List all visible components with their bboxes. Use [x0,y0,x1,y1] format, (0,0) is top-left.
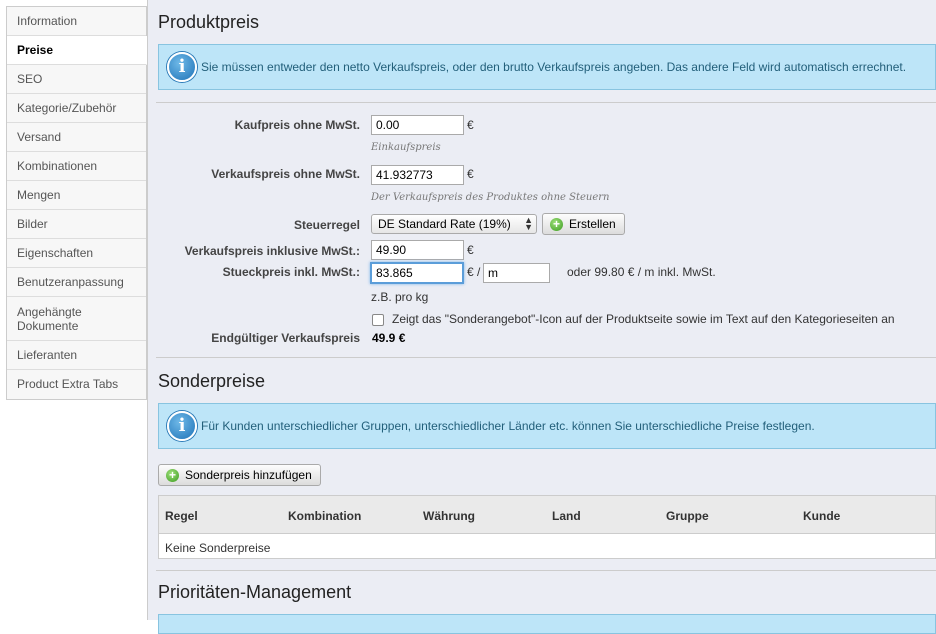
info-icon: i [167,52,197,82]
info-icon: i [167,411,197,441]
main-panel: Produktpreis i Sie müssen entweder den n… [147,0,936,634]
stueck-info: oder 99.80 € / m inkl. MwSt. [567,265,716,279]
sidebar-item-preise[interactable]: Preise [7,36,147,65]
verkaufspreis-input[interactable]: 41.932773 [371,165,464,185]
stueck-label: Stueckpreis inkl. MwSt.: [222,265,360,279]
kaufpreis-label: Kaufpreis ohne MwSt. [234,118,360,132]
info-box-produktpreis: i Sie müssen entweder den netto Verkaufs… [158,44,936,90]
select-arrows-icon: ▲ ▼ [524,215,533,232]
sidebar-item-seo[interactable]: SEO [7,65,146,94]
info-text: Für Kunden unterschiedlicher Gruppen, un… [201,419,815,433]
column-header: Land [552,509,581,523]
sidebar-item-bilder[interactable]: Bilder [7,210,146,239]
verkaufspreis-label: Verkaufspreis ohne MwSt. [211,167,360,181]
add-icon: + [166,469,179,482]
section-title-produktpreis: Produktpreis [158,12,260,32]
sidebar-item-kategorie-zubehoer[interactable]: Kategorie/Zubehör [7,94,146,123]
final-price-label: Endgültiger Verkaufspreis [211,331,360,345]
sidebar-item-lieferanten[interactable]: Lieferanten [7,341,146,370]
section-title-prioritaeten: Prioritäten-Management [158,582,352,602]
sonderpreise-table: Regel Kombination Währung Land Gruppe Ku… [158,495,936,559]
info-box-sonderpreise: i Für Kunden unterschiedlicher Gruppen, … [158,403,936,449]
kaufpreis-hint: Einkaufspreis [371,142,441,153]
column-header: Währung [423,509,475,523]
table-header: Regel Kombination Währung Land Gruppe Ku… [159,496,935,534]
erstellen-button[interactable]: + Erstellen [542,213,625,235]
verkaufspreis-hint: Der Verkaufspreis des Produktes ohne Ste… [371,192,610,203]
final-price-value: 49.9 € [372,331,406,345]
info-text: Sie müssen entweder den netto Verkaufspr… [201,60,907,74]
erstellen-label: Erstellen [569,217,616,231]
add-icon: + [550,218,563,231]
stueck-input[interactable]: 83.865 [370,262,464,284]
steuerregel-value: DE Standard Rate (19%) [378,217,511,231]
sidebar-item-information[interactable]: Information [7,7,146,36]
sidebar-item-versand[interactable]: Versand [7,123,146,152]
add-sonderpreis-button[interactable]: + Sonderpreis hinzufügen [158,464,321,486]
steuerregel-select[interactable]: DE Standard Rate (19%) ▲ ▼ [371,214,537,234]
stueck-unit-sep: € / [467,265,481,279]
table-empty-row: Keine Sonderpreise [165,541,271,555]
divider [156,102,936,103]
column-header: Kunde [803,509,841,523]
stueck-unit-input[interactable]: m [483,263,550,283]
kaufpreis-input[interactable]: 0.00 [371,115,464,135]
sidebar-item-mengen[interactable]: Mengen [7,181,146,210]
currency-symbol: € [467,118,474,132]
steuerregel-label: Steuerregel [293,218,360,232]
sonderangebot-label: Zeigt das "Sonderangebot"-Icon auf der P… [392,312,895,326]
column-header: Regel [165,509,198,523]
stueck-hint: z.B. pro kg [371,290,429,304]
column-header: Kombination [288,509,362,523]
sidebar-item-kombinationen[interactable]: Kombinationen [7,152,146,181]
sidebar-item-angehaengte-dokumente[interactable]: Angehängte Dokumente [7,297,146,341]
inkl-input[interactable]: 49.90 [371,240,464,260]
inkl-label: Verkaufspreis inklusive MwSt.: [184,244,360,258]
column-header: Gruppe [666,509,709,523]
section-title-sonderpreise: Sonderpreise [158,371,266,391]
sidebar-item-benutzeranpassung[interactable]: Benutzeranpassung [7,268,146,297]
sidebar-item-eigenschaften[interactable]: Eigenschaften [7,239,146,268]
sonderangebot-checkbox[interactable] [372,314,384,326]
sidebar-item-product-extra-tabs[interactable]: Product Extra Tabs [7,370,146,399]
divider [156,357,936,358]
currency-symbol: € [467,243,474,257]
divider [156,570,936,571]
add-sonderpreis-label: Sonderpreis hinzufügen [185,468,312,482]
sidebar: Information Preise SEO Kategorie/Zubehör… [6,6,147,400]
info-box-prioritaeten [158,614,936,634]
currency-symbol: € [467,167,474,181]
